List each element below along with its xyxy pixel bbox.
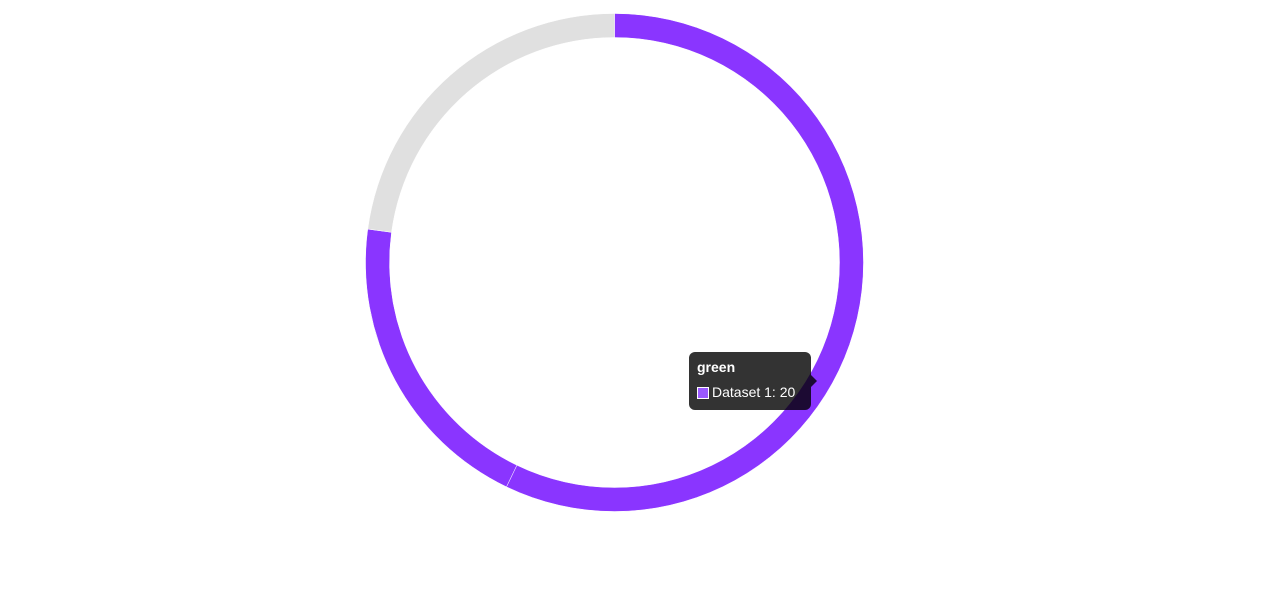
chart-arcs [365,13,864,512]
doughnut-chart-svg [365,13,864,512]
doughnut-slice-1[interactable] [365,228,518,488]
doughnut-slice-0[interactable] [506,13,864,512]
doughnut-chart: green Dataset 1: 20 [0,0,1273,597]
tooltip-title: green [697,359,736,375]
tooltip-caret [811,375,817,387]
tooltip-label: Dataset 1: 20 [712,384,796,400]
tooltip-body: Dataset 1: 20 [697,384,803,401]
doughnut-slice-2[interactable] [367,13,615,233]
chart-tooltip: green Dataset 1: 20 [689,352,817,410]
tooltip-color-swatch [697,386,709,399]
